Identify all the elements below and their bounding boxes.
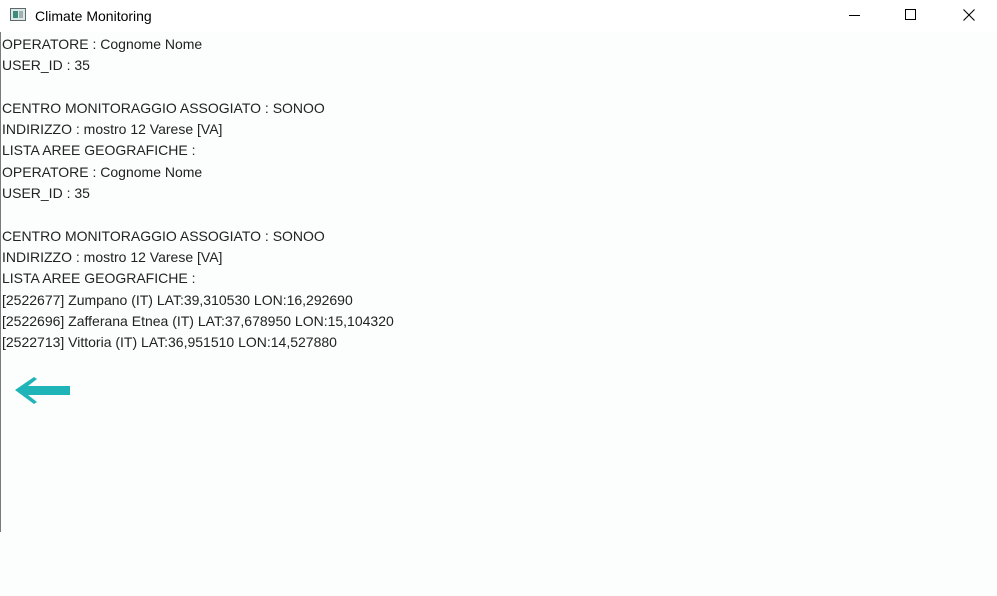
operator-block: OPERATORE : Cognome Nome USER_ID : 35 CE… [2,34,982,162]
window-title: Climate Monitoring [35,8,152,24]
areas-label: LISTA AREE GEOGRAFICHE : [2,270,196,287]
minimize-button[interactable] [832,0,878,31]
arrow-left-icon [15,377,70,404]
app-icon [10,8,26,21]
arrow-left-shape [15,377,70,404]
operator-name: OPERATORE : Cognome Nome [2,36,203,52]
minimize-icon [849,15,860,16]
app-window: Climate Monitoring OPERATORE : Cognome N… [0,0,997,596]
area-item: [2522677] Zumpano (IT) LAT:39,310530 LON… [2,291,353,308]
title-bar[interactable]: Climate Monitoring [0,0,997,32]
window-left-border [0,32,1,532]
operator-name: OPERATORE : Cognome Nome [2,163,203,180]
maximize-button[interactable] [888,0,934,31]
operator-block: OPERATORE : Cognome Nome USER_ID : 35 CE… [2,162,982,354]
close-button[interactable] [946,0,992,31]
user-id: USER_ID : 35 [2,57,90,74]
areas-label: LISTA AREE GEOGRAFICHE : [2,142,196,159]
maximize-icon [905,9,916,20]
user-id: USER_ID : 35 [2,185,90,202]
area-item: [2522696] Zafferana Etnea (IT) LAT:37,67… [2,312,394,329]
center-address: INDIRIZZO : mostro 12 Varese [VA] [2,248,223,265]
monitoring-center: CENTRO MONITORAGGIO ASSOGIATO : SONOO [2,227,325,244]
monitoring-center: CENTRO MONITORAGGIO ASSOGIATO : SONOO [2,99,325,116]
area-item: [2522713] Vittoria (IT) LAT:36,951510 LO… [2,334,337,351]
center-address: INDIRIZZO : mostro 12 Varese [VA] [2,121,223,138]
close-icon [963,9,975,21]
back-button[interactable] [14,376,70,406]
operator-info-list: OPERATORE : Cognome Nome USER_ID : 35 CE… [2,34,982,353]
